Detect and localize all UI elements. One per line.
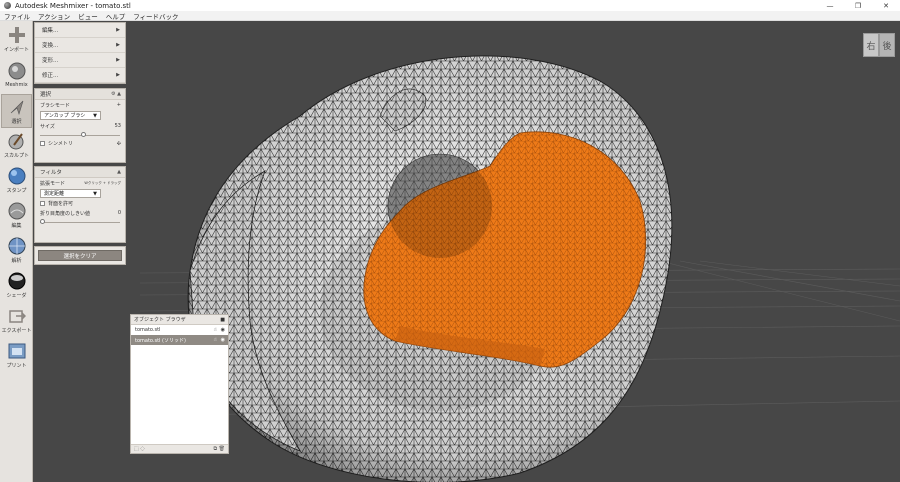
- crease-angle-slider[interactable]: [40, 218, 120, 226]
- brush-mode-label: ブラシモード: [40, 102, 70, 109]
- printer-icon: [8, 343, 25, 359]
- view-cube-back-face[interactable]: 後: [879, 33, 895, 57]
- object-row-tomato[interactable]: tomato.stl ☝ ◉: [131, 325, 228, 335]
- tool-analysis[interactable]: 解析: [1, 234, 32, 268]
- edit-menu-panel: 編集... ▶ 変換... ▶ 変形... ▶ 修正... ▶: [34, 22, 126, 84]
- size-slider[interactable]: [40, 131, 120, 139]
- shader-sphere-icon: [8, 272, 25, 290]
- size-value: 53: [114, 123, 121, 129]
- menu-edit[interactable]: 編集... ▶: [35, 23, 125, 38]
- view-cube-right-face[interactable]: 右: [863, 33, 879, 57]
- clear-selection-button[interactable]: 選択をクリア: [38, 250, 122, 261]
- symmetry-tool-icon[interactable]: ✣: [117, 141, 121, 147]
- object-browser: オブジェクト ブラウザ ■ tomato.stl ☝ ◉ tomato.stl (…: [130, 314, 229, 454]
- triangle-right-icon: ▶: [116, 72, 120, 78]
- tool-shader[interactable]: シェーダ: [1, 269, 32, 303]
- brush-mode-plus-icon[interactable]: +: [117, 102, 121, 108]
- minimize-button[interactable]: —: [816, 0, 844, 11]
- menu-modify[interactable]: 修正... ▶: [35, 68, 125, 83]
- sphere-icon: [8, 62, 25, 80]
- maximize-button[interactable]: ❐: [844, 0, 872, 11]
- brush-type-select[interactable]: アンカップ ブラシ ▼: [40, 111, 101, 120]
- tool-import[interactable]: インポート: [1, 23, 32, 57]
- clear-selection-panel: 選択をクリア: [34, 246, 126, 265]
- triangle-right-icon: ▶: [116, 42, 120, 48]
- meshmixer-window: Autodesk Meshmixer - tomato.stl — ❐ ✕ ファ…: [0, 0, 900, 482]
- menu-deform[interactable]: 変形... ▶: [35, 53, 125, 68]
- tool-stamp[interactable]: スタンプ: [1, 164, 32, 198]
- triangle-right-icon: ▶: [116, 27, 120, 33]
- size-label: サイズ: [40, 123, 55, 130]
- menu-help[interactable]: ヘルプ: [102, 11, 130, 21]
- window-title: Autodesk Meshmixer - tomato.stl: [15, 1, 131, 10]
- tool-select[interactable]: 選択: [1, 94, 32, 128]
- tool-sculpt[interactable]: スカルプト: [1, 129, 32, 163]
- menu-file[interactable]: ファイル: [0, 11, 34, 21]
- hand-pointer-icon[interactable]: ☝: [214, 327, 217, 333]
- allow-back-checkbox[interactable]: [40, 201, 45, 206]
- trash-icon[interactable]: 🗑: [219, 446, 225, 452]
- plus-icon: [8, 27, 25, 43]
- eye-icon[interactable]: ◉: [221, 337, 225, 343]
- title-bar: Autodesk Meshmixer - tomato.stl — ❐ ✕: [0, 0, 900, 11]
- eye-icon[interactable]: ◉: [221, 327, 225, 333]
- chevron-down-icon: ▼: [93, 190, 97, 197]
- tool-edit[interactable]: 編集: [1, 199, 32, 233]
- size-slider-handle[interactable]: [81, 132, 87, 137]
- chevron-down-icon: ▼: [93, 112, 97, 119]
- object-browser-header: オブジェクト ブラウザ ■: [131, 315, 228, 325]
- collapse-up-icon[interactable]: ▲: [117, 91, 121, 97]
- object-browser-footer: ⬚ ◌ ⧉ 🗑: [131, 444, 228, 453]
- edit-sphere-icon: [8, 202, 25, 220]
- tool-print[interactable]: プリント: [1, 339, 32, 373]
- expand-mode-label: 拡張モード: [40, 180, 66, 187]
- expand-mode-select[interactable]: 測定距離 ▼: [40, 189, 101, 198]
- view-cube[interactable]: 右 後: [863, 33, 896, 59]
- close-button[interactable]: ✕: [872, 0, 900, 11]
- cube-icon[interactable]: ⬚: [134, 446, 139, 452]
- select-panel-header: 選択 ⚙ ▲: [35, 89, 125, 100]
- crease-angle-label: 折り目角度のしきい値: [40, 210, 91, 217]
- collapse-up-icon[interactable]: ▲: [117, 169, 121, 175]
- menu-transform[interactable]: 変換... ▶: [35, 38, 125, 53]
- object-row-tomato-solid[interactable]: tomato.stl (ソリッド) ☝ ◉: [131, 335, 228, 345]
- hand-pointer-icon[interactable]: ☝: [214, 337, 217, 343]
- filter-panel-header: フィルタ ▲: [35, 167, 125, 178]
- select-panel: 選択 ⚙ ▲ ブラシモード + アンカップ ブラシ ▼ サイズ 53 シンメトリ …: [34, 88, 126, 163]
- menu-bar: ファイル アクション ビュー ヘルプ フィードバック: [0, 11, 900, 21]
- menu-view[interactable]: ビュー: [74, 11, 102, 21]
- tool-meshmix[interactable]: Meshmix: [1, 59, 32, 93]
- crease-angle-slider-handle[interactable]: [40, 219, 45, 224]
- crease-angle-value: 0: [117, 210, 121, 216]
- analysis-sphere-icon: [8, 237, 25, 255]
- stamp-icon: [8, 167, 25, 185]
- symmetry-checkbox[interactable]: [40, 141, 45, 146]
- meshmixer-logo-icon: [4, 2, 11, 9]
- sphere-outline-icon[interactable]: ◌: [140, 446, 144, 452]
- selected-region[interactable]: [363, 131, 647, 368]
- expand-mode-hint: Wクリック + ドラッグ: [84, 180, 121, 185]
- filter-panel: フィルタ ▲ 拡張モード Wクリック + ドラッグ 測定距離 ▼ 背面を許可 折り…: [34, 166, 126, 243]
- menu-action[interactable]: アクション: [34, 11, 74, 21]
- tool-export[interactable]: エクスポート: [1, 304, 32, 338]
- allow-back-label: 背面を許可: [48, 201, 74, 207]
- export-icon: [8, 310, 26, 323]
- gear-icon[interactable]: ⚙: [111, 91, 115, 97]
- triangle-right-icon: ▶: [116, 57, 120, 63]
- left-toolbar: インポート Meshmix 選択 スカルプト スタンプ 編集 解析 シェーダ エ…: [0, 21, 33, 482]
- duplicate-icon[interactable]: ⧉: [213, 446, 217, 452]
- cursor-arrow-icon: [10, 100, 23, 115]
- symmetry-label: シンメトリ: [48, 141, 73, 147]
- close-square-icon[interactable]: ■: [220, 317, 225, 323]
- brush-icon: [8, 133, 23, 150]
- menu-feedback[interactable]: フィードバック: [129, 11, 182, 21]
